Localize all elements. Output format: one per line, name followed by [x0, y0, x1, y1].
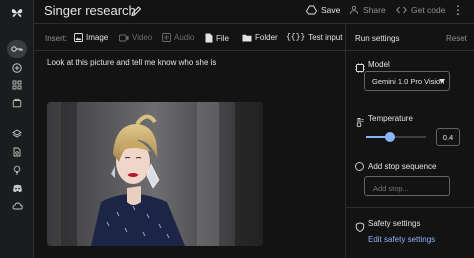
- stop-sequence-radio[interactable]: [355, 162, 364, 171]
- insert-audio-label: Audio: [174, 33, 195, 42]
- uploaded-photo[interactable]: [47, 102, 263, 246]
- folder-icon: [242, 34, 252, 41]
- prompt-text[interactable]: Look at this picture and tell me know wh…: [47, 58, 216, 67]
- docs-icon[interactable]: [8, 143, 26, 161]
- model-select[interactable]: Gemini 1.0 Pro Vision: [364, 71, 450, 91]
- insert-folder-label: Folder: [255, 33, 278, 42]
- temperature-label: Temperature: [368, 114, 413, 123]
- insert-toolbar: Insert: Image Video Audio File Folder {{…: [34, 30, 344, 48]
- tune-icon[interactable]: [8, 125, 26, 143]
- key-icon[interactable]: [7, 40, 27, 58]
- panel-divider: [345, 24, 346, 258]
- divider: [34, 50, 345, 51]
- insert-image-label: Image: [86, 33, 109, 42]
- share-label: Share: [363, 5, 386, 15]
- audio-icon: [162, 33, 171, 42]
- reset-button[interactable]: Reset: [446, 34, 467, 43]
- discord-icon[interactable]: [8, 179, 26, 197]
- model-select-value: Gemini 1.0 Pro Vision: [372, 77, 445, 86]
- image-icon: [74, 33, 83, 42]
- test-input-icon: {{}}: [286, 33, 306, 42]
- stop-sequence-input[interactable]: [364, 176, 450, 196]
- temperature-value-input[interactable]: 0.4: [436, 128, 460, 146]
- chevron-down-icon: [439, 79, 445, 83]
- left-sidebar: [0, 0, 34, 258]
- model-icon: [355, 60, 365, 73]
- insert-test-input-button[interactable]: {{}} Test input: [286, 33, 342, 42]
- lightbulb-icon[interactable]: [8, 161, 26, 179]
- save-button[interactable]: Save: [306, 5, 340, 15]
- run-settings-header: Run settings: [355, 34, 400, 43]
- code-icon: [396, 6, 407, 14]
- get-code-button[interactable]: Get code: [396, 5, 446, 15]
- safety-settings-label: Safety settings: [368, 219, 421, 228]
- model-label: Model: [368, 60, 390, 69]
- insert-video-button[interactable]: Video: [119, 33, 152, 42]
- cloud-icon[interactable]: [8, 197, 26, 215]
- insert-video-label: Video: [132, 33, 153, 42]
- thermometer-icon: [355, 114, 365, 128]
- more-options-icon[interactable]: ⋮: [452, 3, 464, 17]
- insert-audio-button[interactable]: Audio: [162, 33, 194, 42]
- library-icon[interactable]: [8, 94, 26, 112]
- insert-test-input-label: Test input: [308, 33, 343, 42]
- divider: [346, 207, 474, 208]
- insert-file-label: File: [216, 33, 229, 43]
- save-label: Save: [321, 5, 341, 15]
- share-button[interactable]: Share: [349, 5, 386, 15]
- insert-image-button[interactable]: Image: [74, 33, 108, 42]
- edit-safety-settings-link[interactable]: Edit safety settings: [368, 235, 435, 244]
- shield-icon: [355, 219, 365, 232]
- insert-file-button[interactable]: File: [205, 33, 229, 43]
- top-bar: Singer research Save Share Get code ⋮: [34, 0, 474, 24]
- divider: [346, 50, 474, 51]
- edit-title-icon[interactable]: [130, 4, 142, 18]
- app-logo-icon[interactable]: [8, 4, 26, 22]
- video-icon: [119, 34, 129, 41]
- insert-label: Insert:: [45, 34, 68, 43]
- drive-icon: [306, 5, 317, 15]
- temperature-slider-thumb[interactable]: [385, 132, 395, 142]
- gallery-icon[interactable]: [8, 76, 26, 94]
- share-icon: [350, 5, 358, 15]
- stop-sequence-label: Add stop sequence: [368, 162, 437, 171]
- insert-folder-button[interactable]: Folder: [242, 33, 278, 42]
- file-icon: [205, 33, 213, 43]
- prompt-title[interactable]: Singer research: [44, 3, 136, 18]
- new-prompt-icon[interactable]: [8, 59, 26, 77]
- get-code-label: Get code: [411, 5, 446, 15]
- temperature-slider[interactable]: [366, 132, 426, 142]
